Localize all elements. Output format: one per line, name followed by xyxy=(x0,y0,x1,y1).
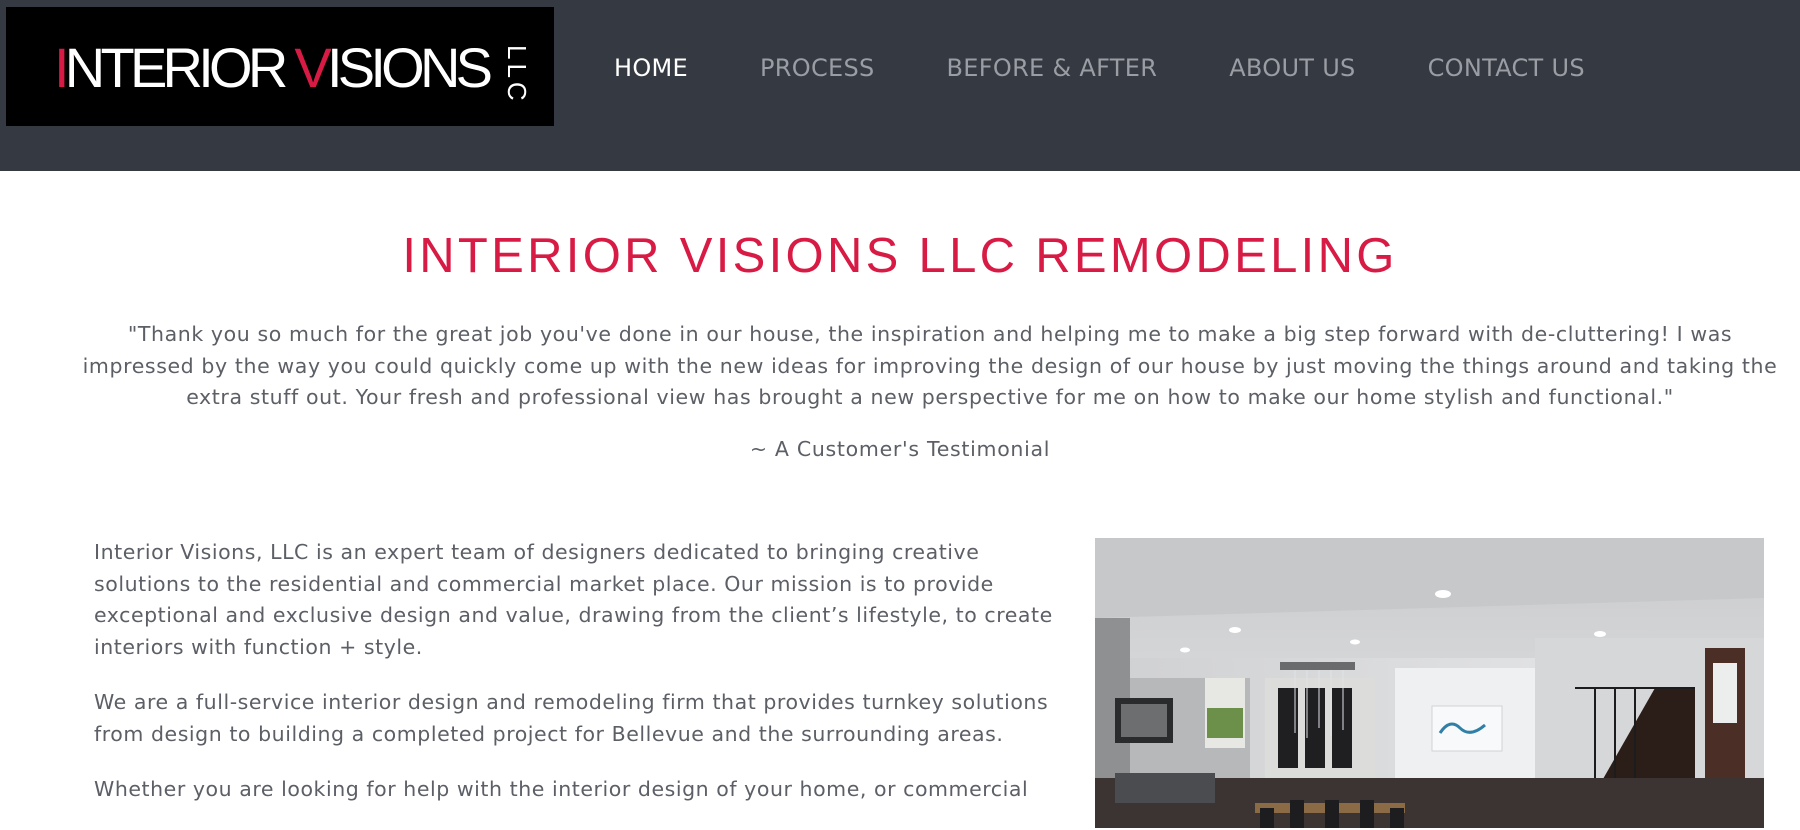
svg-text:INTERIOR VISIONS: INTERIOR VISIONS xyxy=(54,36,498,99)
testimonial-attribution: ~ A Customer's Testimonial xyxy=(749,437,1051,461)
logo-wordmark: INTERIOR VISIONS LLC xyxy=(54,36,532,105)
nav-process[interactable]: PROCESS xyxy=(760,54,875,82)
about-paragraph-3: Whether you are looking for help with th… xyxy=(94,777,1029,801)
page-title: INTERIOR VISIONS LLC REMODELING xyxy=(402,229,1398,283)
testimonial-quote: "Thank you so much for the great job you… xyxy=(82,322,1778,409)
nav-home[interactable]: HOME xyxy=(614,54,688,82)
nav-before-after[interactable]: BEFORE & AFTER xyxy=(947,54,1158,82)
interior-photo xyxy=(1095,538,1764,828)
nav-contact-us[interactable]: CONTACT US xyxy=(1428,54,1585,82)
main-nav: HOME PROCESS BEFORE & AFTER ABOUT US CON… xyxy=(614,50,1657,86)
site-logo[interactable]: INTERIOR VISIONS LLC xyxy=(6,7,554,126)
about-text: Interior Visions, LLC is an expert team … xyxy=(94,537,1054,830)
about-paragraph-2: We are a full-service interior design an… xyxy=(94,690,1049,746)
about-paragraph-1: Interior Visions, LLC is an expert team … xyxy=(94,540,1053,659)
svg-text:LLC: LLC xyxy=(502,45,532,105)
dining-room-image xyxy=(1095,538,1764,828)
nav-about-us[interactable]: ABOUT US xyxy=(1229,54,1355,82)
site-header: INTERIOR VISIONS LLC HOME PROCESS BEFORE… xyxy=(0,0,1800,171)
